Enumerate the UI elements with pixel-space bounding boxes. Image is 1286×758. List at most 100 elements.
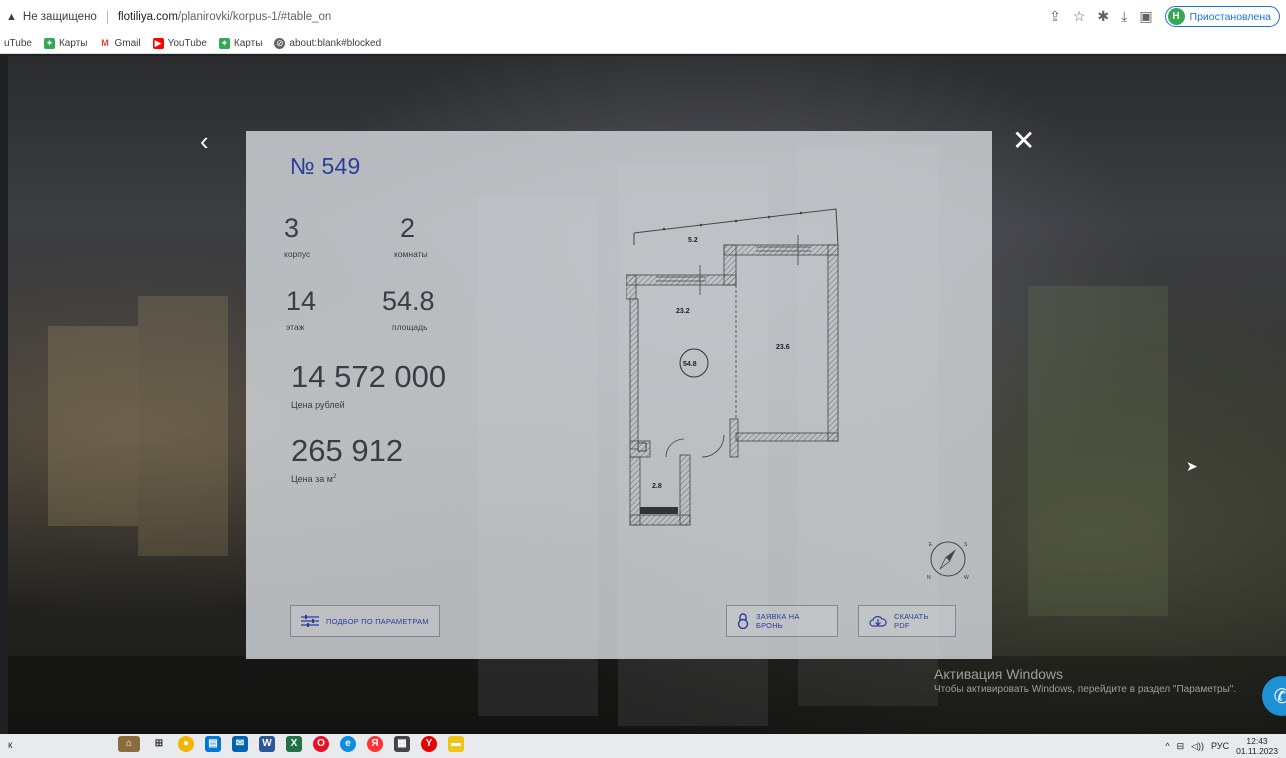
stat-building: 3 корпус [284, 213, 310, 259]
total-area-label: 54.8 [683, 361, 697, 368]
yandex-browser-icon[interactable]: Я [367, 736, 383, 752]
stat-price: 14 572 000 Цена рублей [291, 359, 446, 410]
label-text: Цена за м [291, 474, 333, 484]
youtube-icon: ▶ [152, 38, 164, 49]
extensions-icon[interactable]: ✱ [1097, 8, 1109, 25]
excel-icon[interactable]: X [286, 736, 302, 752]
bookmark-label: Gmail [114, 38, 141, 49]
button-label: ПОДБОР ПО ПАРАМЕТРАМ [326, 616, 429, 626]
browser-address-bar: ▲ Не защищено flotiliya.com/planirovki/k… [0, 0, 1286, 34]
app-photo-icon[interactable]: ⌂ [118, 736, 140, 752]
share-icon[interactable]: ⇪ [1049, 8, 1061, 25]
room-area-label: 5.2 [688, 237, 698, 244]
sidepanel-icon[interactable]: ▣ [1139, 8, 1152, 25]
compass-letter: S [964, 542, 968, 548]
stat-value: 3 [284, 213, 300, 243]
balcony-outline [633, 208, 839, 246]
price-per-m2-value: 265 912 [291, 433, 404, 468]
bookmark-label: uTube [4, 38, 32, 49]
gmail-icon: M [101, 38, 109, 48]
cloud-download-icon [869, 616, 887, 627]
chrome-icon[interactable]: ● [178, 736, 194, 752]
calculator-icon[interactable]: ▦ [394, 736, 410, 752]
profile-button[interactable]: Н Приостановлена [1164, 6, 1280, 27]
yandex-icon[interactable]: Y [421, 736, 437, 752]
tray-chevron-icon[interactable]: ^ [1165, 741, 1169, 751]
maps-icon: ✦ [218, 38, 230, 49]
door-arc [665, 438, 685, 458]
compass-letter: W [964, 575, 969, 581]
compass-letter: N [927, 575, 931, 581]
stat-value: 14 [286, 286, 317, 316]
task-view-icon[interactable]: ⊞ [151, 736, 167, 752]
button-label: ЗАЯВКА НА БРОНЬ [756, 612, 800, 630]
store-icon[interactable]: ▤ [205, 736, 221, 752]
windows-taskbar: к ⌂ ⊞ ● ▤ ✉ W X O e Я ▦ Y ▬ ^ ⊟ ◁)) РУС … [0, 734, 1286, 758]
button-label: СКАЧАТЬ PDF [894, 612, 929, 630]
close-icon[interactable]: ✕ [1012, 124, 1035, 157]
opera-icon[interactable]: O [313, 736, 329, 752]
bookmark-item[interactable]: ✦ Карты [218, 38, 263, 49]
clock[interactable]: 12:43 01.11.2023 [1236, 736, 1278, 756]
avatar: Н [1167, 8, 1185, 25]
bookmark-star-icon[interactable]: ☆ [1073, 8, 1086, 25]
mail-icon[interactable]: ✉ [232, 736, 248, 752]
download-pdf-button[interactable]: СКАЧАТЬ PDF [858, 605, 956, 637]
stat-label: корпус [284, 249, 311, 259]
bookmark-item[interactable]: M Gmail [99, 38, 140, 49]
bathtub [640, 507, 678, 514]
room-area-label: 23.2 [676, 308, 690, 315]
clock-time: 12:43 [1246, 736, 1268, 746]
label-sup: 2 [332, 474, 337, 480]
taskbar-apps: ⌂ ⊞ ● ▤ ✉ W X O e Я ▦ Y ▬ [118, 736, 464, 752]
url-field[interactable]: flotiliya.com/planirovki/korpus-1/#table… [118, 11, 332, 23]
bookmark-label: Карты [58, 38, 88, 49]
stat-label: этаж [286, 322, 305, 332]
apartment-number: № 549 [290, 153, 361, 179]
bookmark-item[interactable]: uTube [4, 38, 32, 49]
stat-value: 2 [400, 213, 416, 243]
lock-icon [737, 613, 749, 629]
volume-icon[interactable]: ◁)) [1191, 741, 1204, 752]
security-label[interactable]: Не защищено [23, 11, 97, 23]
profile-label: Приостановлена [1189, 10, 1271, 23]
warning-icon[interactable]: ▲ [6, 11, 17, 23]
bookmark-item[interactable]: ✦ Карты [43, 38, 88, 49]
taskbar-search-fragment[interactable]: к [8, 740, 12, 751]
phone-icon: ✆ [1273, 685, 1286, 708]
bookmarks-bar: uTube ✦ Карты M Gmail ▶ YouTube ✦ Карты ⊘ abo… [0, 34, 1286, 54]
bookmark-label: YouTube [167, 38, 207, 49]
compass-letter: E [929, 542, 933, 548]
bookmark-item[interactable]: ▶ YouTube [152, 38, 207, 49]
word-icon[interactable]: W [259, 736, 275, 752]
stat-floor: 14 этаж [286, 286, 316, 332]
reserve-button[interactable]: ЗАЯВКА НА БРОНЬ [726, 605, 838, 637]
filter-params-button[interactable]: ПОДБОР ПО ПАРАМЕТРАМ [290, 605, 440, 637]
clock-date: 01.11.2023 [1236, 746, 1278, 756]
previous-arrow-icon[interactable]: ‹ [200, 126, 209, 157]
edge-icon[interactable]: e [340, 736, 356, 752]
room-area-label: 2.8 [652, 483, 662, 490]
compass-icon: E S N W [927, 541, 969, 581]
room-area-label: 23.6 [776, 344, 790, 351]
stat-label: комнаты [394, 249, 428, 259]
bookmark-label: Карты [233, 38, 263, 49]
network-icon[interactable]: ⊟ [1177, 741, 1185, 752]
price-label: Цена рублей [291, 400, 345, 410]
language-indicator[interactable]: РУС [1211, 741, 1229, 751]
file-explorer-icon[interactable]: ▬ [448, 736, 464, 752]
download-icon[interactable]: ⤓ [1121, 8, 1127, 25]
price-value: 14 572 000 [291, 359, 447, 394]
building-silhouette [138, 296, 228, 556]
sliders-icon [301, 615, 319, 627]
stat-price-per-m2: 265 912 Цена за м2 [291, 433, 403, 484]
windows-activation-watermark: Активация Windows Чтобы активировать Win… [934, 666, 1236, 695]
bookmark-item[interactable]: ⊘ about:blank#blocked [274, 38, 381, 49]
bookmark-label: about:blank#blocked [289, 38, 382, 49]
floor-plan: 5.2 23.2 23.6 54.8 2.8 [626, 208, 839, 526]
activation-text: Чтобы активировать Windows, перейдите в … [934, 684, 1237, 695]
stat-value: 54.8 [382, 286, 435, 316]
building-silhouette [48, 326, 138, 526]
system-tray: ^ ⊟ ◁)) РУС 12:43 01.11.2023 [1165, 736, 1278, 756]
blocked-icon: ⊘ [274, 38, 286, 49]
